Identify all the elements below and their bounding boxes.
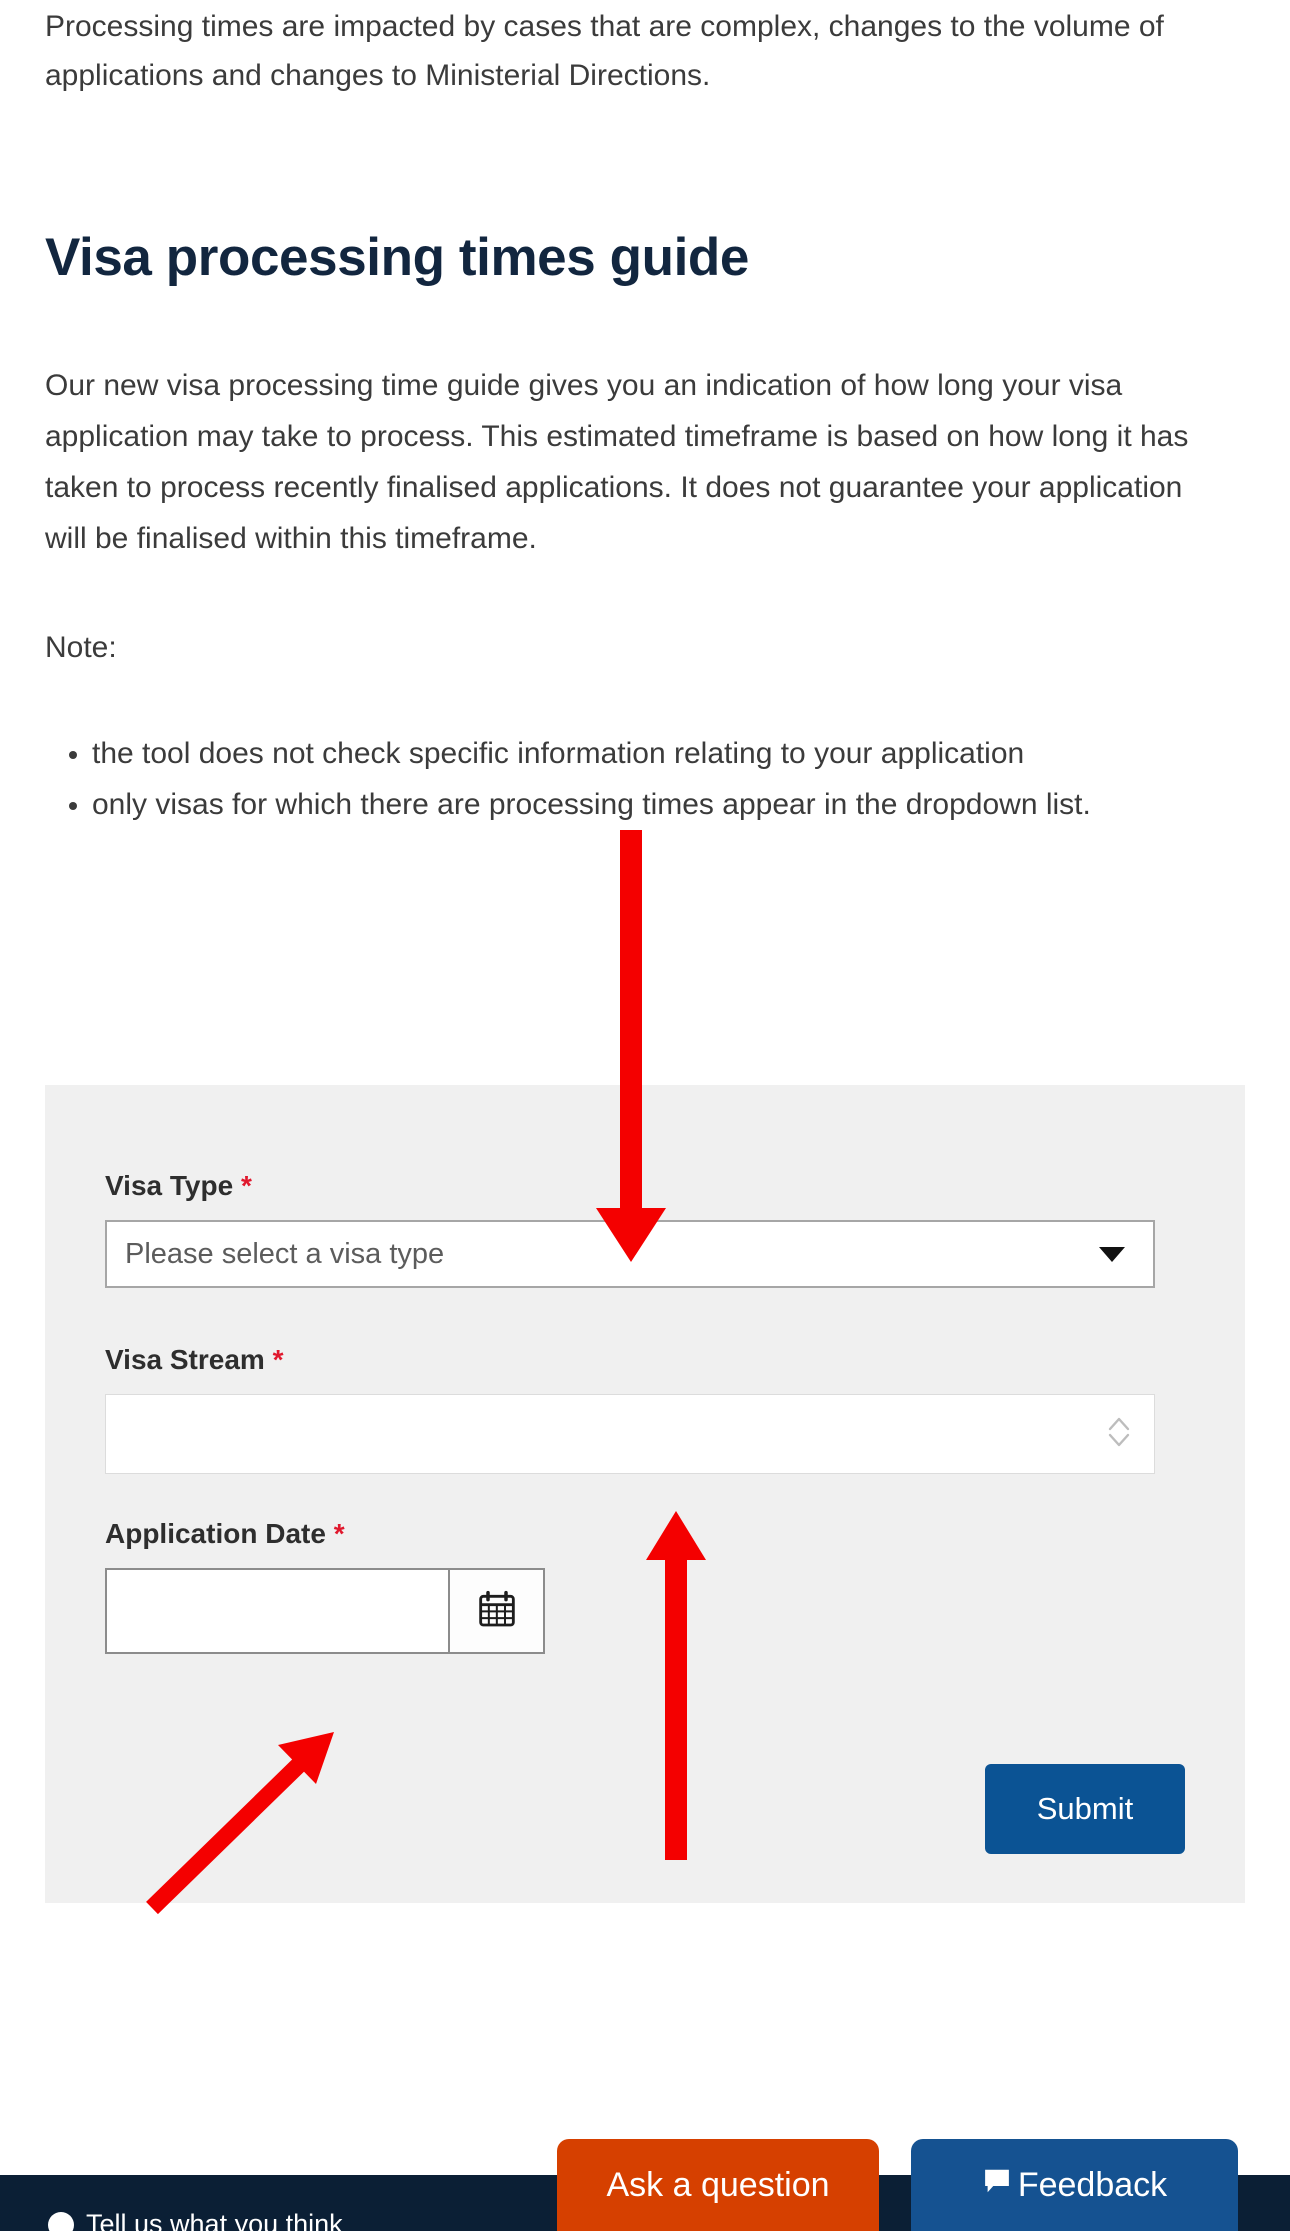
application-date-label: Application Date * — [105, 1518, 345, 1550]
intro-paragraph-clipped: Processing times are impacted by cases t… — [45, 10, 1164, 92]
application-date-input[interactable] — [105, 1568, 448, 1654]
ask-a-question-label: Ask a question — [606, 2165, 830, 2204]
chevron-down-icon — [1099, 1246, 1125, 1262]
list-item: the tool does not check specific informa… — [92, 728, 1165, 779]
list-item: only visas for which there are processin… — [92, 779, 1165, 830]
page-title: Visa processing times guide — [45, 227, 749, 287]
visa-type-selected-value: Please select a visa type — [125, 1237, 445, 1270]
application-date-label-text: Application Date — [105, 1518, 326, 1549]
visa-stream-select[interactable] — [105, 1394, 1155, 1474]
page-root: Processing times are impacted by cases t… — [0, 0, 1290, 2239]
visa-type-label-text: Visa Type — [105, 1170, 234, 1201]
required-asterisk: * — [240, 1170, 252, 1201]
body-paragraph: Our new visa processing time guide gives… — [45, 369, 1189, 555]
note-list: the tool does not check specific informa… — [45, 728, 1165, 830]
ask-a-question-button[interactable]: Ask a question — [557, 2139, 879, 2231]
visa-stream-label-text: Visa Stream — [105, 1344, 265, 1375]
feedback-button[interactable]: Feedback — [911, 2139, 1238, 2231]
feedback-label: Feedback — [1017, 2165, 1168, 2204]
required-asterisk: * — [333, 1518, 345, 1549]
visa-type-select[interactable]: Please select a visa type — [105, 1220, 1155, 1288]
chevron-up-down-icon — [1106, 1412, 1132, 1457]
floating-action-bar: Ask a question Feedback — [0, 2139, 1290, 2231]
application-date-group — [105, 1568, 545, 1654]
visa-type-label: Visa Type * — [105, 1170, 252, 1202]
calendar-picker-button[interactable] — [448, 1568, 545, 1654]
submit-button[interactable]: Submit — [985, 1764, 1185, 1854]
required-asterisk: * — [272, 1344, 284, 1375]
visa-stream-label: Visa Stream * — [105, 1344, 284, 1376]
calendar-icon — [477, 1589, 517, 1634]
note-label: Note: — [45, 631, 117, 664]
speech-bubble-icon — [982, 2166, 1012, 2205]
